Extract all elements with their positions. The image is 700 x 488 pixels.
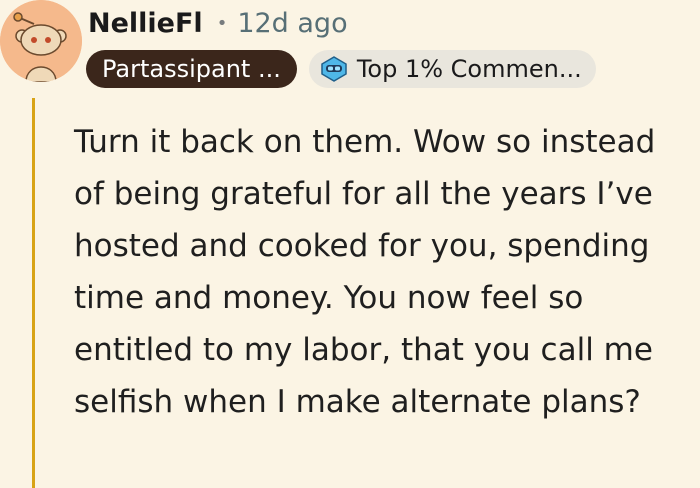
thread-line[interactable] — [32, 98, 35, 488]
comment-timestamp[interactable]: 12d ago — [237, 8, 347, 39]
user-avatar[interactable] — [0, 0, 82, 82]
achievement-flair-badge[interactable]: Top 1% Commen... — [308, 50, 596, 88]
meta-separator: • — [216, 12, 228, 34]
comment-author[interactable]: NellieFl — [88, 8, 203, 39]
achievement-flair-label: Top 1% Commen... — [356, 55, 582, 83]
top-commenter-badge-icon — [321, 56, 347, 82]
flair-row: Partassipant ... Top 1% Commen... — [86, 50, 596, 88]
user-flair-badge[interactable]: Partassipant ... — [86, 50, 297, 88]
snoo-avatar-icon — [0, 0, 82, 82]
comment-meta-row: NellieFl • 12d ago — [88, 4, 348, 42]
comment-body: Turn it back on them. Wow so instead of … — [74, 124, 656, 420]
